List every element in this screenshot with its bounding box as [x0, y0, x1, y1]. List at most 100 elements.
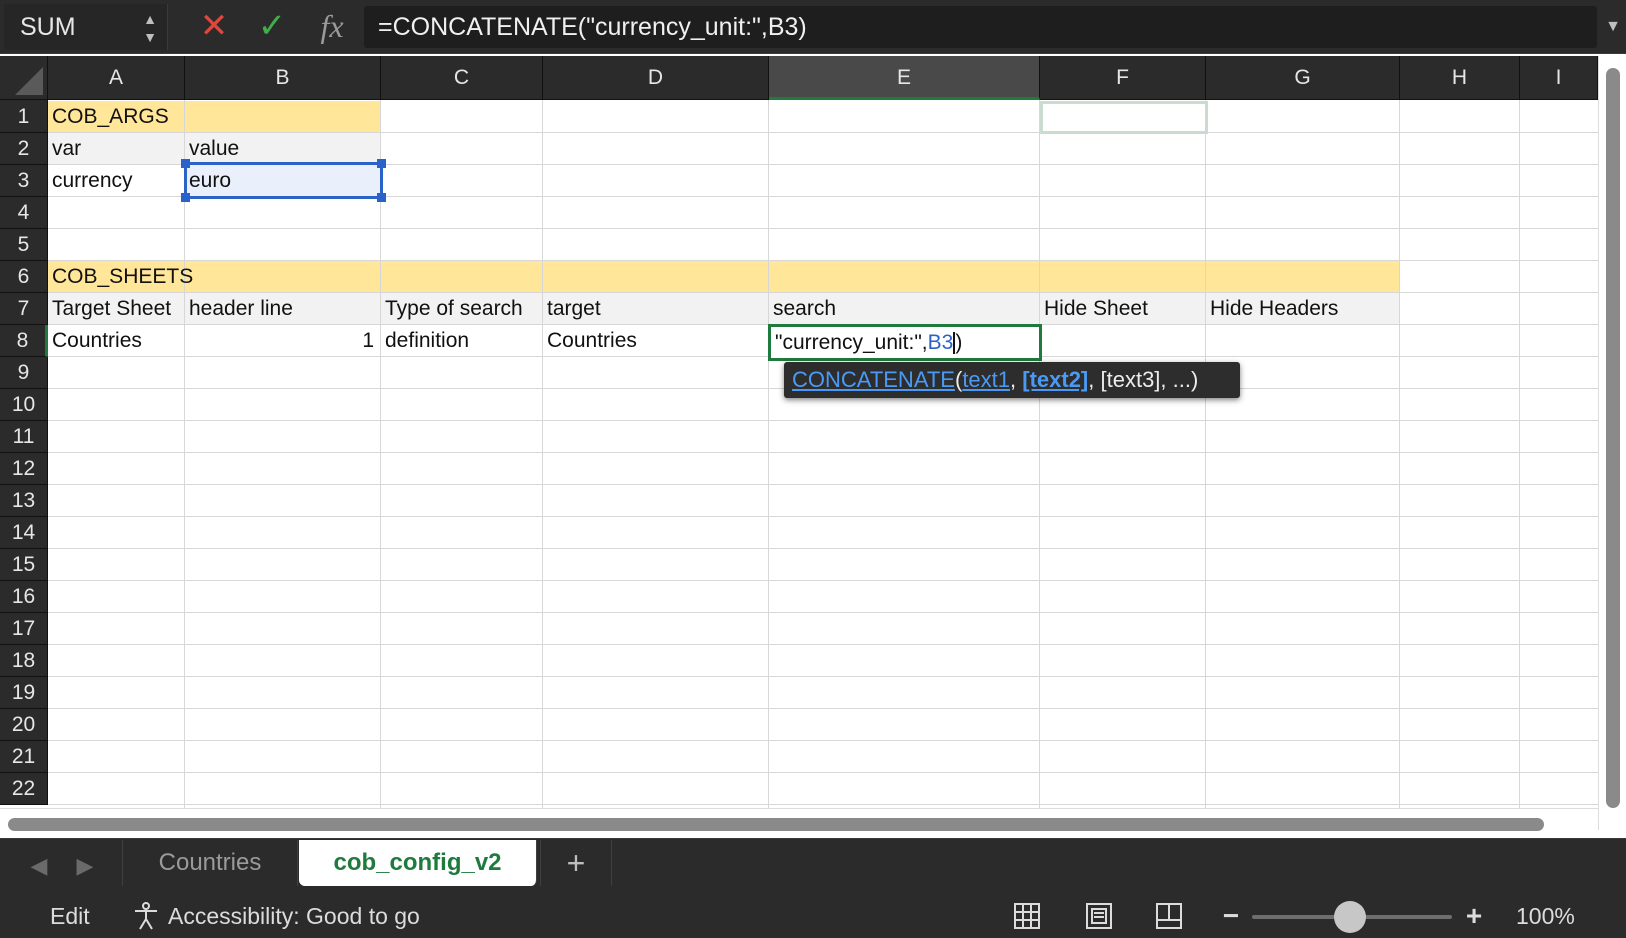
cell-a8[interactable]: Countries — [48, 325, 142, 357]
column-header-g[interactable]: G — [1206, 56, 1400, 100]
cell-b3[interactable]: euro — [185, 165, 231, 197]
row-header-13[interactable]: 13 — [0, 485, 48, 517]
name-box-down-icon[interactable]: ▼ — [143, 30, 157, 44]
cell-e8-editor[interactable]: "currency_unit:",B3) — [768, 324, 1042, 361]
cell-b8[interactable]: 1 — [185, 325, 380, 357]
previous-sheet-icon[interactable]: ◀ — [26, 852, 52, 880]
cell-f7[interactable]: Hide Sheet — [1040, 293, 1148, 325]
row-header-6[interactable]: 6 — [0, 261, 48, 293]
zoom-out-button[interactable]: − — [1220, 894, 1242, 938]
cell-b2[interactable]: value — [185, 133, 239, 165]
gridline — [48, 548, 1598, 549]
gridline — [48, 228, 1598, 229]
cancel-icon[interactable]: ✕ — [196, 8, 232, 44]
column-header-c[interactable]: C — [381, 56, 543, 100]
page-break-preview-icon[interactable] — [1155, 902, 1183, 930]
row-header-16[interactable]: 16 — [0, 581, 48, 613]
cell-a7[interactable]: Target Sheet — [48, 293, 171, 325]
row-header-11[interactable]: 11 — [0, 421, 48, 453]
cell-g7[interactable]: Hide Headers — [1206, 293, 1338, 325]
add-sheet-button[interactable]: + — [540, 840, 612, 886]
gridline — [1205, 100, 1206, 808]
select-all-button[interactable] — [0, 56, 48, 100]
tooltip-arg-text2[interactable]: [text2] — [1022, 367, 1088, 392]
zoom-level[interactable]: 100% — [1516, 894, 1575, 938]
page-layout-view-icon[interactable] — [1085, 902, 1113, 930]
column-header-f[interactable]: F — [1040, 56, 1206, 100]
row-header-21[interactable]: 21 — [0, 741, 48, 773]
formula-input[interactable]: =CONCATENATE("currency_unit:",B3) — [364, 6, 1597, 48]
gridline — [48, 260, 1598, 261]
zoom-in-button[interactable]: + — [1462, 894, 1486, 938]
row-header-15[interactable]: 15 — [0, 549, 48, 581]
row-header-7[interactable]: 7 — [0, 293, 48, 325]
gridline — [48, 420, 1598, 421]
resize-handle[interactable] — [377, 193, 386, 202]
cell-a3[interactable]: currency — [48, 165, 133, 197]
sheet-tab-countries[interactable]: Countries — [122, 840, 298, 886]
cell-f1-selection[interactable] — [1040, 101, 1208, 134]
cell-a2[interactable]: var — [48, 133, 81, 165]
row-header-8[interactable]: 8 — [0, 325, 48, 357]
gridline — [1399, 100, 1400, 808]
row-header-9[interactable]: 9 — [0, 357, 48, 389]
horizontal-scrollbar[interactable] — [8, 818, 1544, 831]
row-header-10[interactable]: 10 — [0, 389, 48, 421]
insert-function-icon[interactable]: fx — [312, 6, 352, 46]
vertical-scrollbar[interactable] — [1606, 68, 1620, 808]
gridline — [380, 100, 381, 808]
column-header-e[interactable]: E — [769, 56, 1040, 100]
enter-icon[interactable]: ✓ — [254, 8, 290, 44]
cell-a6[interactable]: COB_SHEETS — [48, 261, 193, 293]
row-header-22[interactable]: 22 — [0, 773, 48, 805]
row-header-4[interactable]: 4 — [0, 197, 48, 229]
accessibility-status[interactable]: Accessibility: Good to go — [168, 894, 420, 938]
column-header-h[interactable]: H — [1400, 56, 1520, 100]
resize-handle[interactable] — [377, 159, 386, 168]
row-header-1[interactable]: 1 — [0, 100, 48, 133]
edit-text-close: ) — [955, 331, 963, 354]
gridline — [48, 740, 1598, 741]
row-header-5[interactable]: 5 — [0, 229, 48, 261]
gridline — [48, 452, 1598, 453]
name-box-value: SUM — [20, 13, 76, 41]
cell-d8[interactable]: Countries — [543, 325, 637, 357]
accessibility-icon[interactable] — [130, 900, 162, 932]
row-header-19[interactable]: 19 — [0, 677, 48, 709]
cell-d7[interactable]: target — [543, 293, 601, 325]
row-header-14[interactable]: 14 — [0, 517, 48, 549]
row-header-17[interactable]: 17 — [0, 613, 48, 645]
mode-indicator: Edit — [50, 903, 90, 929]
column-header-d[interactable]: D — [543, 56, 769, 100]
gridline — [184, 100, 185, 808]
next-sheet-icon[interactable]: ▶ — [72, 852, 98, 880]
tooltip-rest: , [text3], ...) — [1088, 367, 1199, 392]
cell-e7[interactable]: search — [769, 293, 836, 325]
column-header-b[interactable]: B — [185, 56, 381, 100]
tooltip-function-link[interactable]: CONCATENATE — [792, 367, 955, 392]
gridline — [48, 644, 1598, 645]
cell-c7[interactable]: Type of search — [381, 293, 523, 325]
name-box[interactable]: SUM ▲ ▼ — [4, 4, 168, 50]
gridline — [542, 100, 543, 808]
zoom-slider-thumb[interactable] — [1334, 901, 1366, 933]
row-header-20[interactable]: 20 — [0, 709, 48, 741]
cell-a1[interactable]: COB_ARGS — [48, 101, 169, 133]
gridline — [48, 708, 1598, 709]
sheet-tab-cob-config-v2[interactable]: cob_config_v2 — [299, 840, 537, 886]
gridline — [48, 772, 1598, 773]
column-header-a[interactable]: A — [48, 56, 185, 100]
normal-view-icon[interactable] — [1013, 902, 1041, 930]
cell-c8[interactable]: definition — [381, 325, 469, 357]
name-box-up-icon[interactable]: ▲ — [143, 12, 157, 26]
edit-reference: B3 — [927, 331, 954, 354]
column-header-i[interactable]: I — [1520, 56, 1598, 100]
function-tooltip: CONCATENATE(text1, [text2], [text3], ...… — [784, 362, 1240, 398]
expand-formula-bar-icon[interactable]: ▼ — [1604, 18, 1622, 36]
row-header-12[interactable]: 12 — [0, 453, 48, 485]
row-header-2[interactable]: 2 — [0, 133, 48, 165]
row-header-18[interactable]: 18 — [0, 645, 48, 677]
cell-b7[interactable]: header line — [185, 293, 293, 325]
tooltip-arg-text1[interactable]: text1 — [962, 367, 1010, 392]
row-header-3[interactable]: 3 — [0, 165, 48, 197]
